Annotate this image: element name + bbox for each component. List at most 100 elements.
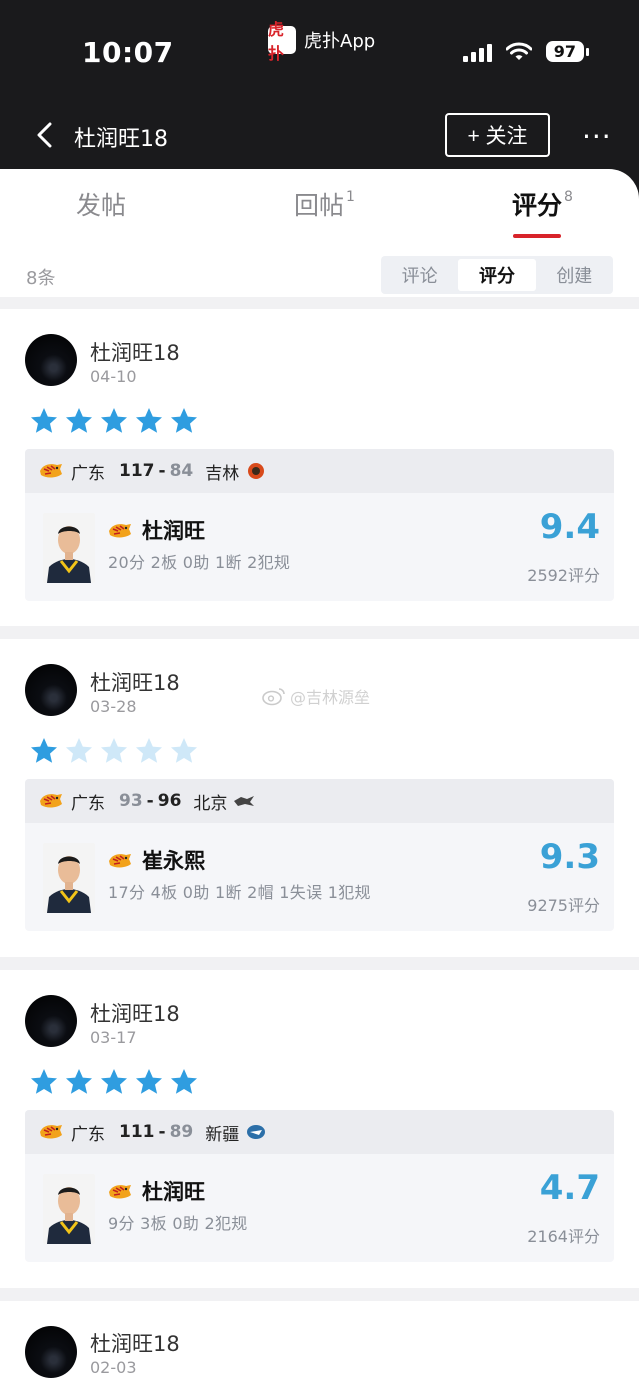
home-score: 111 [119,1122,155,1142]
star-filled-icon [171,408,197,433]
rating-count: 2592评分 [527,566,600,585]
result-count: 8条 [26,268,56,289]
home-team: 广东 [71,793,105,814]
post-username[interactable]: 杜润旺18 [90,1328,180,1358]
away-team: 吉林 [205,463,240,484]
star-empty-icon [171,738,197,763]
watermark-text: @吉林源垒 [290,688,371,707]
guangdong-logo-icon [39,462,63,480]
wifi-icon [505,42,532,60]
post-username[interactable]: 杜润旺18 [90,667,180,697]
jilin-logo-icon [248,463,265,479]
home-score: 93 [119,791,143,811]
avatar[interactable] [25,1326,77,1378]
avatar[interactable] [25,334,77,386]
post-card[interactable]: 杜润旺18 02-03 [0,1301,639,1391]
guangdong-logo-icon [39,792,63,810]
player-row: 杜润旺 [108,1176,205,1206]
guangdong-logo-icon [39,1123,63,1141]
rated-match[interactable]: 广东 117 - 84 吉林 杜润旺 20分 2板 0助 1断 2犯规 9.4 … [25,449,614,601]
app-badge: 虎扑 虎扑App [268,20,375,63]
follow-button[interactable]: + 关注 [445,113,550,157]
match-header: 广东 117 - 84 吉林 [25,449,614,493]
post-date: 04-10 [90,367,137,386]
star-filled-icon [66,1069,92,1094]
player-rating: 4.7 [539,1168,600,1208]
weibo-icon [262,688,285,706]
rating-count: 9275评分 [527,896,600,915]
match-header: 广东 93 - 96 北京 [25,779,614,823]
star-empty-icon [101,738,127,763]
away-team: 新疆 [205,1124,240,1145]
post-date: 02-03 [90,1358,137,1377]
player-stats: 17分 4板 0助 1断 2帽 1失误 1犯规 [108,883,371,902]
status-icons: 97 [462,41,590,62]
active-tab-indicator [513,234,561,238]
star-filled-icon [171,1069,197,1094]
star-filled-icon [31,1069,57,1094]
home-team: 广东 [71,1124,105,1145]
filter-created[interactable]: 创建 [536,256,613,294]
guangdong-logo-icon [108,851,132,869]
avatar[interactable] [25,664,77,716]
guangdong-logo-icon [108,521,132,539]
player-rating: 9.3 [539,837,600,877]
back-arrow-icon[interactable] [34,120,58,150]
player-photo [43,843,95,913]
post-card[interactable]: 杜润旺18 03-17 广东 111 - 89 新疆 杜润旺 9分 3板 0助 … [0,970,639,1288]
battery-indicator: 97 [545,41,590,62]
filter-segmented-control: 评论 评分 创建 [381,256,613,294]
star-filled-icon [31,738,57,763]
rated-match[interactable]: 广东 93 - 96 北京 崔永熙 17分 4板 0助 1断 2帽 1失误 1犯… [25,779,614,931]
rated-match[interactable]: 广东 111 - 89 新疆 杜润旺 9分 3板 0助 2犯规 4.7 2164… [25,1110,614,1262]
guangdong-logo-icon [108,1182,132,1200]
star-filled-icon [136,408,162,433]
player-name: 崔永熙 [142,849,205,873]
tab-ratings[interactable]: 评分 8 [512,186,573,222]
away-team: 北京 [193,793,228,814]
player-photo [43,1174,95,1244]
home-score: 117 [119,461,155,481]
filter-comments[interactable]: 评论 [381,256,458,294]
star-rating [29,1067,199,1097]
star-empty-icon [136,738,162,763]
star-rating [29,406,199,436]
player-row: 崔永熙 [108,845,205,875]
beijing-logo-icon [234,796,255,806]
star-filled-icon [31,408,57,433]
match-header: 广东 111 - 89 新疆 [25,1110,614,1154]
hupu-logo-icon: 虎扑 [268,20,296,63]
more-options-icon[interactable]: ··· [582,120,611,153]
tab-posts[interactable]: 发帖 [76,186,128,222]
away-score: 84 [169,461,194,481]
post-date: 03-28 [90,697,137,716]
star-filled-icon [101,1069,127,1094]
page-title: 杜润旺18 [74,127,168,152]
cellular-signal-icon [462,42,492,62]
star-filled-icon [101,408,127,433]
weibo-watermark: @吉林源垒 [262,684,370,708]
star-filled-icon [136,1069,162,1094]
star-empty-icon [66,738,92,763]
tab-replies[interactable]: 回帖 1 [294,186,355,222]
player-name: 杜润旺 [142,519,205,543]
star-filled-icon [66,408,92,433]
filter-ratings[interactable]: 评分 [458,259,536,291]
post-username[interactable]: 杜润旺18 [90,337,180,367]
post-date: 03-17 [90,1028,137,1047]
avatar[interactable] [25,995,77,1047]
xinjiang-logo-icon [247,1125,266,1139]
post-username[interactable]: 杜润旺18 [90,998,180,1028]
away-score: 96 [157,791,182,811]
player-stats: 9分 3板 0助 2犯规 [108,1214,248,1233]
status-time: 10:07 [82,36,174,69]
star-rating [29,736,199,766]
rating-count: 2164评分 [527,1227,600,1246]
player-stats: 20分 2板 0助 1断 2犯规 [108,553,291,572]
player-rating: 9.4 [539,507,600,547]
away-score: 89 [169,1122,194,1142]
player-name: 杜润旺 [142,1180,205,1204]
player-photo [43,513,95,583]
home-team: 广东 [71,463,105,484]
post-card[interactable]: 杜润旺18 04-10 广东 117 - 84 吉林 杜润旺 20分 2板 0助… [0,309,639,626]
